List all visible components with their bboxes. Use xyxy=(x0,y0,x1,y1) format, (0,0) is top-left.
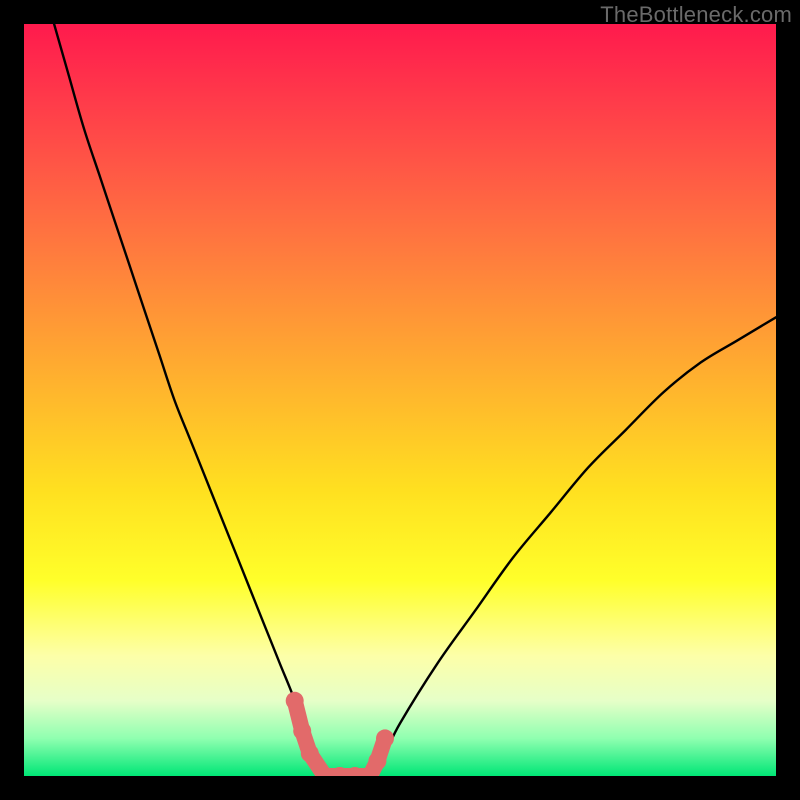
watermark-text: TheBottleneck.com xyxy=(600,2,792,28)
optimal-zone-markers xyxy=(286,692,394,776)
optimal-zone-dot xyxy=(293,722,311,740)
optimal-zone-dot xyxy=(376,729,394,747)
optimal-zone-dot xyxy=(286,692,304,710)
bottleneck-curve-path xyxy=(54,24,776,776)
bottleneck-curve-svg xyxy=(24,24,776,776)
optimal-zone-dot xyxy=(368,752,386,770)
chart-plot-area xyxy=(24,24,776,776)
optimal-zone-dot xyxy=(301,744,319,762)
chart-frame: TheBottleneck.com xyxy=(0,0,800,800)
